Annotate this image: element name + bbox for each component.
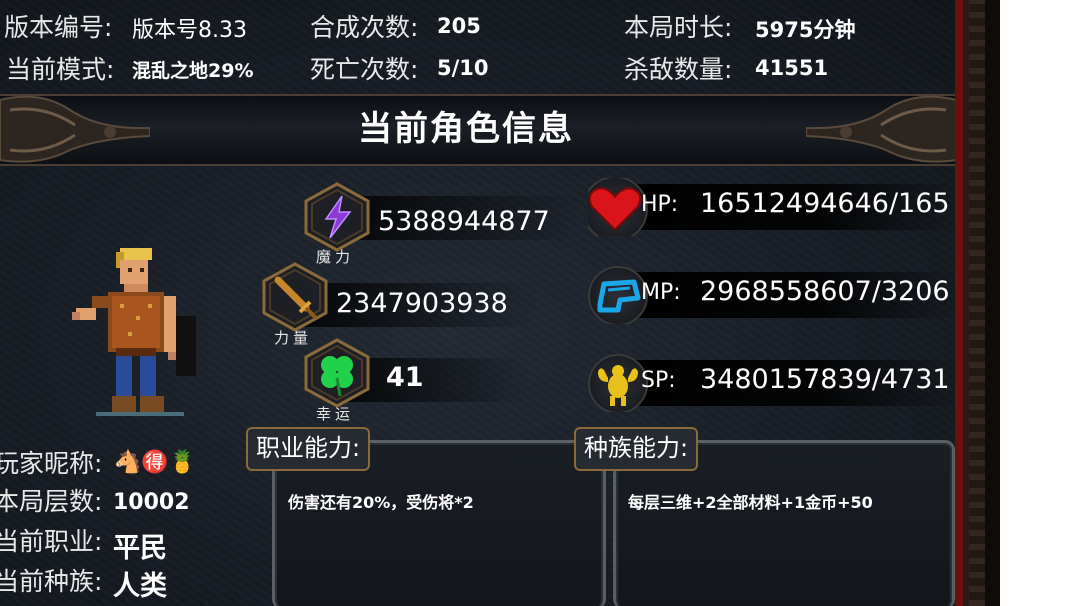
job-ability-text: 伤害还有20%，受伤将*2 [288,493,474,512]
luck-caption: 幸运 [316,405,355,423]
race-label: 当前种族: [0,567,103,596]
kills-label: 杀敌数量: [624,55,733,84]
sp-icon-frame [588,354,648,412]
floor-label: 本局层数: [0,487,103,516]
synth-count-value: 205 [437,14,481,38]
mp-value: 2968558607/3206 [700,276,950,307]
race-value: 人类 [113,571,167,602]
nickname-label: 玩家昵称: [0,449,103,478]
hp-row: HP: 16512494646/165 [588,178,958,236]
version-label: 版本编号: [4,13,113,42]
lightning-icon [304,182,370,252]
mp-key: MP: [641,280,681,305]
sp-row: SP: 3480157839/4731 [588,354,958,412]
death-count-value: 5/10 [437,56,489,80]
right-frame-border [955,0,1000,606]
character-info-panel: 版本编号: 版本号8.33 当前模式: 混乱之地29% 合成次数: 205 死亡… [0,0,1000,606]
luck-value: 41 [386,362,424,393]
race-ability-title: 种族能力: [574,427,699,471]
muscle-icon [598,365,638,406]
mp-icon-frame [588,266,648,324]
race-ability-text: 每层三维+2全部材料+1金币+50 [628,493,873,512]
kills-value: 41551 [755,56,829,80]
sp-value: 3480157839/4731 [700,364,950,395]
floor-value: 10002 [113,490,190,515]
hp-value: 16512494646/165 [700,188,950,219]
heart-icon [588,187,642,232]
left-ornament-icon [0,95,150,163]
helmet-icon [597,279,641,313]
magic-value: 5388944877 [378,206,550,237]
job-label: 当前职业: [0,527,103,556]
section-title: 当前角色信息 [358,109,574,149]
strength-value: 2347903938 [336,288,508,319]
hp-key: HP: [641,192,679,217]
sp-key: SP: [641,368,676,393]
hp-icon-frame [588,178,648,236]
synth-count-label: 合成次数: [310,13,419,42]
nickname-emojis: 🐴🉐🍍 [114,450,197,475]
version-value: 版本号8.33 [132,18,247,43]
clover-icon [304,338,370,408]
job-ability-title: 职业能力: [246,427,371,471]
character-sprite [72,248,196,416]
job-value: 平民 [113,533,167,564]
sword-icon [262,262,328,332]
mp-row: MP: 2968558607/3206 [588,266,958,324]
duration-label: 本局时长: [624,13,733,42]
right-ornament-icon [806,95,956,163]
duration-value: 5975分钟 [755,18,856,42]
mode-value: 混乱之地29% [132,60,254,82]
death-count-label: 死亡次数: [310,55,419,84]
